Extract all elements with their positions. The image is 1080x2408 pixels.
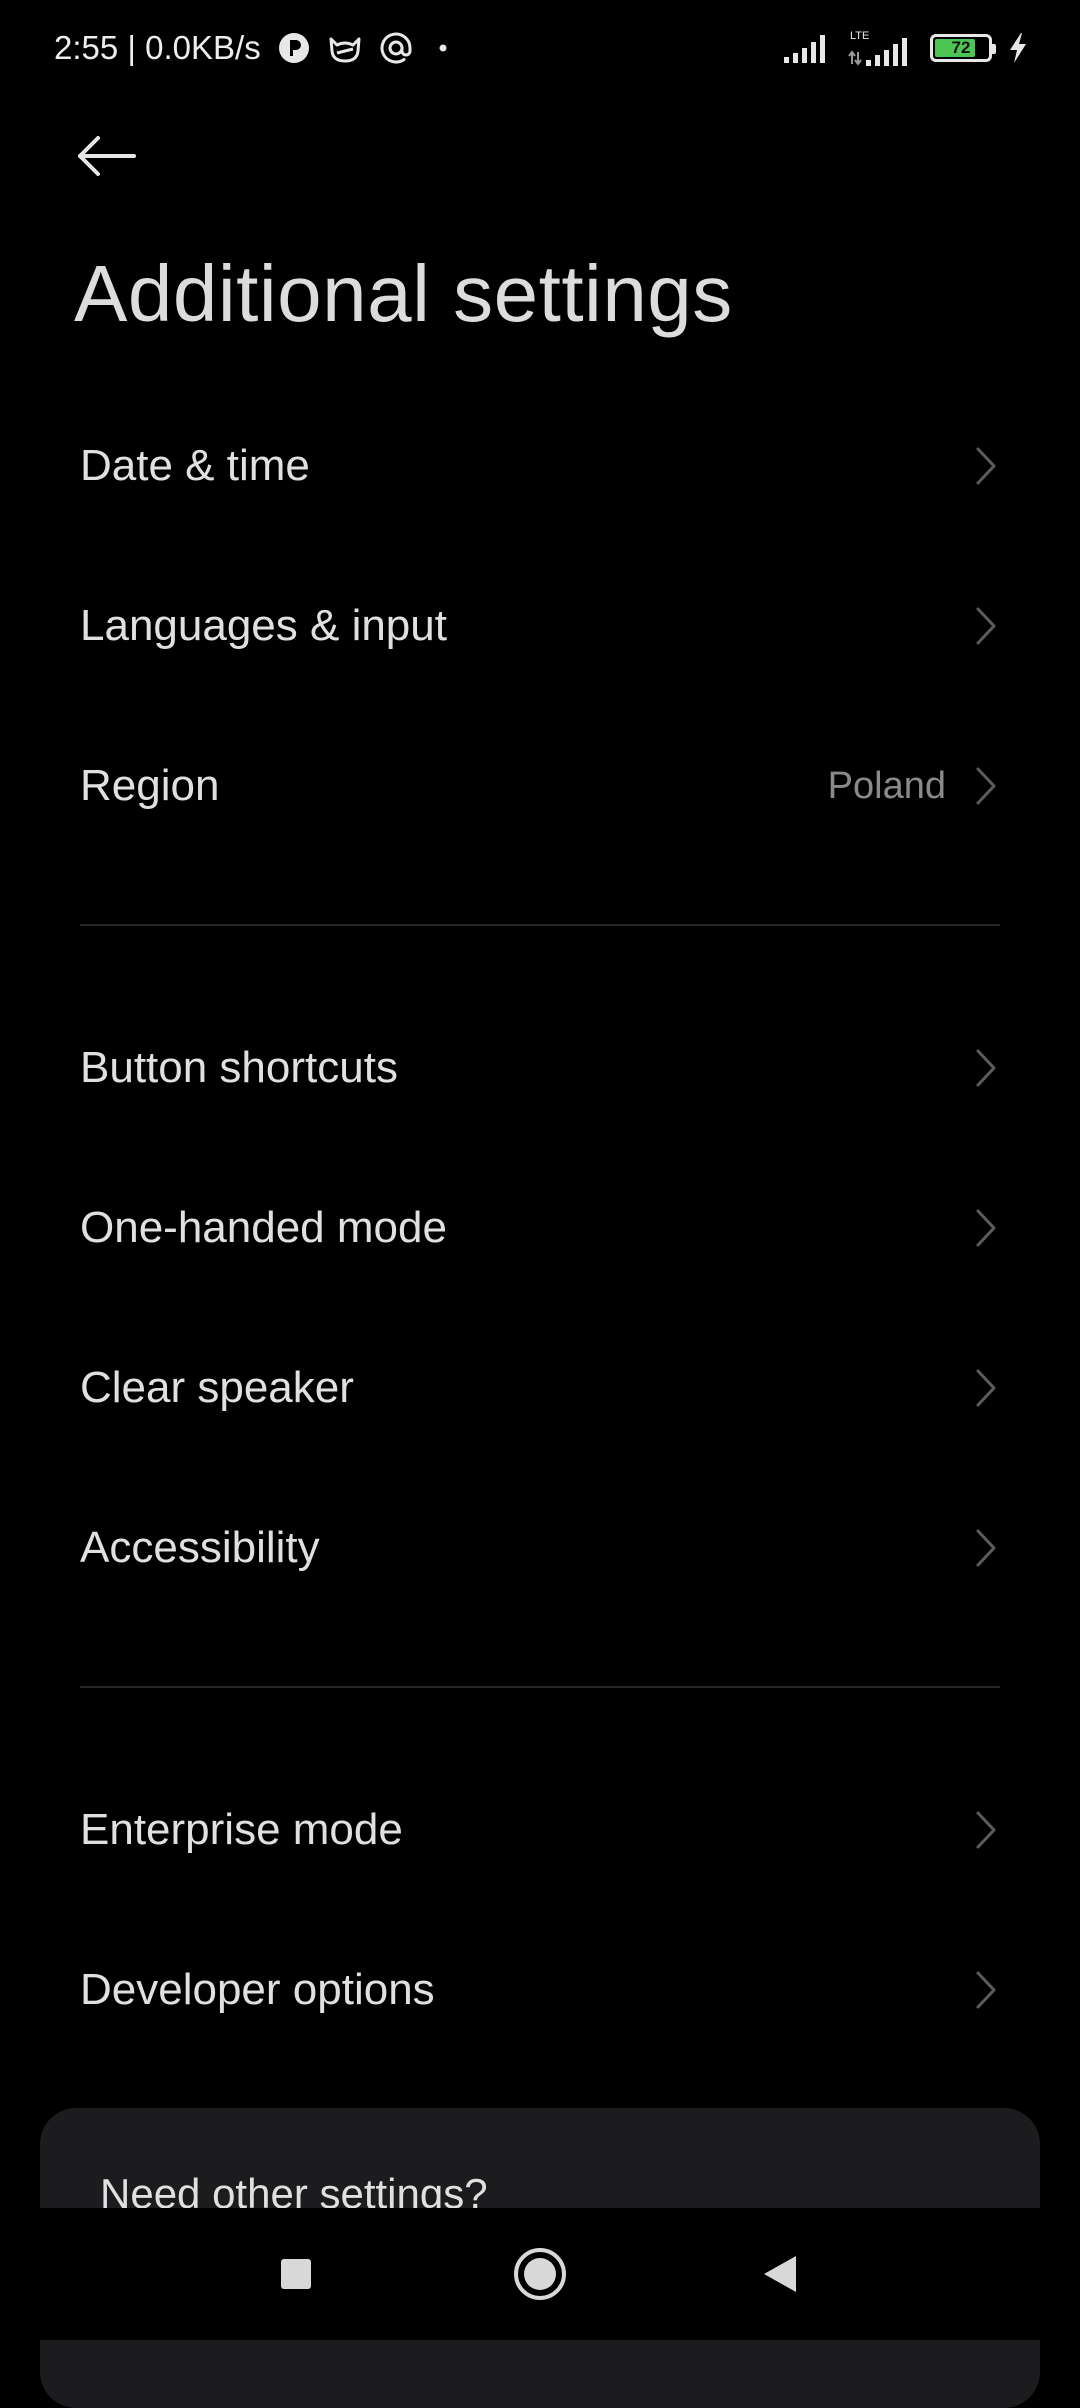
- list-item-button-shortcuts[interactable]: Button shortcuts: [80, 988, 1000, 1148]
- status-bar: 2:55 | 0.0KB/s LTE 72: [0, 0, 1080, 96]
- lte-signal-icon: LTE: [848, 28, 914, 68]
- cat-icon: [327, 31, 363, 65]
- at-sign-icon: [379, 31, 413, 65]
- chevron-right-icon: [974, 1808, 998, 1852]
- chevron-right-icon: [974, 1046, 998, 1090]
- recents-button[interactable]: [260, 2238, 332, 2310]
- back-nav-button[interactable]: [744, 2238, 816, 2310]
- chevron-right-icon: [974, 1968, 998, 2012]
- p-badge-icon: [277, 31, 311, 65]
- list-item-languages-input[interactable]: Languages & input: [80, 546, 1000, 706]
- back-button[interactable]: [76, 122, 156, 194]
- list-item-label: Date & time: [80, 441, 310, 490]
- charging-icon: [1008, 32, 1028, 64]
- status-right: LTE 72: [770, 24, 1028, 72]
- status-left: 2:55 | 0.0KB/s: [54, 24, 447, 72]
- list-item-label: Button shortcuts: [80, 1043, 398, 1092]
- lte-label: LTE: [850, 30, 869, 42]
- square-icon: [281, 2259, 311, 2289]
- section-divider: [80, 1686, 1000, 1688]
- list-item-enterprise-mode[interactable]: Enterprise mode: [80, 1750, 1000, 1910]
- back-arrow-icon: [76, 134, 138, 183]
- chevron-right-icon: [974, 444, 998, 488]
- time-and-speed: 2:55 | 0.0KB/s: [54, 29, 261, 66]
- signal-icon: [784, 31, 834, 65]
- list-item-accessibility[interactable]: Accessibility: [80, 1468, 1000, 1628]
- list-item-one-handed-mode[interactable]: One-handed mode: [80, 1148, 1000, 1308]
- list-item-label: Developer options: [80, 1965, 435, 2014]
- home-circle-icon: [514, 2248, 566, 2300]
- dot-icon: [439, 44, 447, 52]
- battery-icon: 72: [930, 34, 996, 62]
- list-item-developer-options[interactable]: Developer options: [80, 1910, 1000, 2070]
- list-item-label: Languages & input: [80, 601, 447, 650]
- list-item-label: One-handed mode: [80, 1203, 447, 1252]
- list-item-label: Region: [80, 761, 220, 810]
- chevron-right-icon: [974, 1206, 998, 1250]
- list-item-region[interactable]: Region Poland: [80, 706, 1000, 866]
- chevron-right-icon: [974, 1526, 998, 1570]
- chevron-right-icon: [974, 1366, 998, 1410]
- list-item-label: Enterprise mode: [80, 1805, 403, 1854]
- chevron-right-icon: [974, 604, 998, 648]
- home-button[interactable]: [504, 2238, 576, 2310]
- list-item-date-time[interactable]: Date & time: [80, 386, 1000, 546]
- region-value: Poland: [827, 764, 946, 807]
- section-divider: [80, 924, 1000, 926]
- page-title: Additional settings: [74, 249, 733, 338]
- list-item-clear-speaker[interactable]: Clear speaker: [80, 1308, 1000, 1468]
- navigation-bar: [0, 2208, 1080, 2340]
- chevron-right-icon: [974, 764, 998, 808]
- triangle-back-icon: [764, 2256, 796, 2292]
- list-item-label: Clear speaker: [80, 1363, 354, 1412]
- battery-level: 72: [951, 38, 971, 57]
- list-item-label: Accessibility: [80, 1523, 320, 1572]
